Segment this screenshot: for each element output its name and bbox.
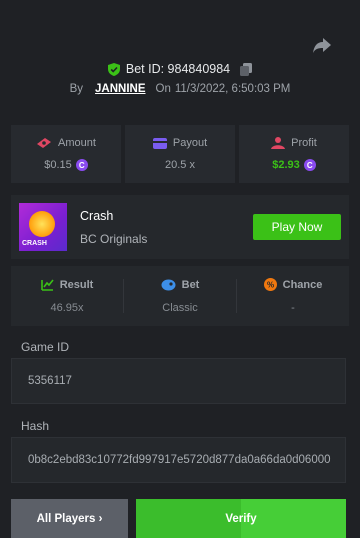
game-id-field[interactable]: 5356117	[11, 358, 346, 404]
verify-label: Verify	[225, 512, 257, 525]
payout-value: 20.5 x	[165, 159, 195, 171]
bet-value: Classic	[162, 301, 198, 314]
on-label: On	[155, 83, 171, 95]
play-now-button[interactable]: Play Now	[253, 214, 341, 240]
result-stat: Result 46.95x	[11, 277, 123, 315]
amount-label: Amount	[58, 137, 96, 149]
bet-label: Bet	[181, 278, 200, 291]
bet-stat: Bet Classic	[124, 277, 236, 315]
coin-icon: C	[75, 159, 88, 171]
thumbnail-tag: CRASH	[22, 240, 47, 247]
result-icon	[40, 279, 54, 291]
amount-stat: Amount $0.15 C	[11, 125, 121, 183]
bet-summary: Amount $0.15 C Payout 20.5 x Profit $2.9…	[11, 125, 349, 183]
crash-burst-icon	[29, 211, 55, 237]
bet-timestamp: 11/3/2022, 6:50:03 PM	[174, 83, 291, 95]
game-subtitle: BC Originals	[80, 231, 148, 246]
by-label: By	[69, 83, 84, 95]
profit-stat: Profit $2.93 C	[239, 125, 349, 183]
money-icon	[37, 138, 52, 148]
payout-stat: Payout 20.5 x	[125, 125, 235, 183]
verify-button[interactable]: Verify	[136, 499, 346, 538]
profit-icon	[271, 137, 286, 149]
share-icon[interactable]	[312, 36, 332, 54]
profit-value: $2.93	[272, 159, 300, 171]
chance-value: -	[291, 302, 295, 314]
profit-label: Profit	[291, 137, 317, 149]
coin-icon: C	[303, 159, 316, 171]
result-label: Result	[59, 278, 94, 291]
all-players-button[interactable]: All Players ›	[11, 499, 128, 538]
payout-label: Payout	[172, 137, 208, 149]
bet-id-row: Bet ID: 984840984	[0, 60, 360, 78]
chance-icon: %	[263, 278, 277, 291]
game-card: CRASH Crash BC Originals Play Now	[11, 195, 349, 259]
chance-stat: % Chance -	[237, 277, 349, 315]
bet-icon	[161, 279, 176, 290]
game-id-label: Game ID	[21, 340, 70, 354]
result-value: 46.95x	[50, 302, 84, 314]
bet-author-row: By JANNINE On 11/3/2022, 6:50:03 PM	[0, 81, 360, 97]
result-summary: Result 46.95x Bet Classic % Chance -	[11, 266, 349, 326]
svg-text:%: %	[267, 281, 274, 290]
username-link[interactable]: JANNINE	[95, 83, 145, 95]
game-title: Crash	[80, 208, 114, 223]
bet-id-label: Bet ID: 984840984	[125, 62, 231, 76]
verified-shield-icon	[107, 62, 120, 76]
hash-label: Hash	[21, 419, 50, 433]
game-thumbnail[interactable]: CRASH	[19, 203, 67, 251]
chance-label: Chance	[282, 278, 323, 291]
card-icon	[152, 137, 167, 149]
hash-field[interactable]: 0b8c2ebd83c10772fd997917e5720d877da0a66d…	[11, 437, 346, 483]
amount-value: $0.15	[44, 159, 72, 171]
copy-icon[interactable]	[240, 62, 253, 76]
